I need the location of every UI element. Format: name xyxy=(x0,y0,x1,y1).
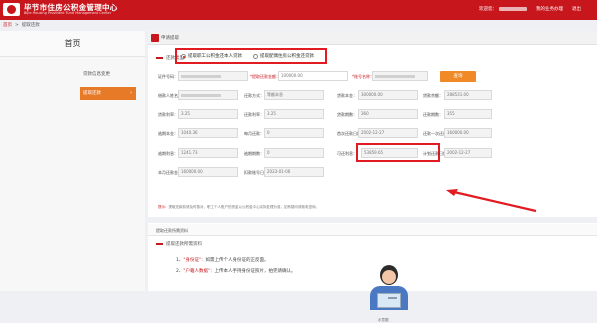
upload-item-household: 2、"户籍人数据"：上传本人手持身份证照片，拍完请确认。 xyxy=(176,268,296,274)
label-loan-periods: 贷款期数： xyxy=(337,112,357,117)
upload-section-header: 提取还款所需资料 xyxy=(148,224,597,236)
id-card-text xyxy=(388,297,397,299)
sidebar: 首页 贷款信息变更 提取还款 › xyxy=(0,31,145,291)
breadcrumb: 首页 > 提取还款 xyxy=(3,22,40,29)
main-content: 申请提取 还款类型 提取职工公积金还本人贷款 提取配偶住房公积金还贷款 证件号码… xyxy=(148,31,597,322)
item-highlight: "户籍人数据" xyxy=(183,269,211,274)
sidebar-item-withdraw-repay[interactable]: 提取还款 › xyxy=(80,87,136,100)
input-first-repay-date: 2002-12-27 xyxy=(358,128,418,138)
label-repay-periods: 还款期数： xyxy=(423,112,443,117)
form-icon xyxy=(151,34,159,42)
label-account-name: *账号名称： xyxy=(352,74,374,79)
logo-icon xyxy=(3,3,20,16)
item-text: ：如需上传个人身份证的正反面。 xyxy=(201,258,269,263)
id-holding-illustration xyxy=(364,265,414,322)
section-bar xyxy=(156,57,163,59)
highlight-box-radio xyxy=(175,48,327,64)
sidebar-item-label: 贷款信息变更 xyxy=(83,72,110,77)
notice-prefix: 提示： xyxy=(158,205,169,209)
label-loan-principal: 贷款本金： xyxy=(337,93,357,98)
sidebar-item-label: 提取还款 xyxy=(83,91,101,96)
breadcrumb-current: 提取还款 xyxy=(21,23,40,28)
input-debit-date: 2023-01-06 xyxy=(264,167,324,177)
logout-link[interactable]: 退出 xyxy=(572,6,581,12)
sidebar-item-loan-change[interactable]: 贷款信息变更 xyxy=(80,68,136,81)
masked-value xyxy=(375,74,415,78)
annotation-arrow-icon xyxy=(446,189,537,213)
breadcrumb-home[interactable]: 首页 xyxy=(3,22,12,28)
input-overdue-principal: 1040.36 xyxy=(178,128,238,138)
label-loan-balance: 贷款余额： xyxy=(423,93,443,98)
my-business-link[interactable]: 我的业务办理 xyxy=(536,6,563,12)
masked-value xyxy=(181,93,221,97)
header-links: 欢迎您： 我的业务办理 退出 xyxy=(479,6,581,12)
sidebar-title[interactable]: 首页 xyxy=(0,31,145,57)
query-button[interactable]: 查询 xyxy=(440,71,476,82)
input-withdraw-amount[interactable]: 100000.00 xyxy=(278,71,348,81)
chevron-right-icon: › xyxy=(130,90,132,96)
input-id-number[interactable] xyxy=(178,71,248,81)
label-available-interest: 可还利息： xyxy=(337,151,357,156)
input-loan-rate: 3.25 xyxy=(178,109,238,119)
item-text: ：上传本人手持身份证照片，拍完请确认。 xyxy=(210,269,296,274)
input-repay-rate: 3.25 xyxy=(264,109,324,119)
section-divider xyxy=(148,217,597,223)
input-overdue-interest: 1241.73 xyxy=(178,148,238,158)
person-face xyxy=(382,270,396,284)
label-overdue-periods: 逾期期数： xyxy=(244,151,264,156)
input-month-repay-amount: 160000.00 xyxy=(178,167,238,177)
input-repay-method: 等额本息 xyxy=(264,90,324,100)
notice-body: 提取还款前请及时核对，职工个人账户的资金以公积金中心实际处理为准，如有疑问请致电… xyxy=(168,205,320,209)
input-plan-repay-date: 2002-12-27 xyxy=(444,148,492,158)
upload-subsection: 提取还款所需资料 xyxy=(156,241,202,247)
upload-item-id-card: 1、"身份证"：如需上传个人身份证的正反面。 xyxy=(176,257,269,263)
label-withdraw-amount: *提取还款金额： xyxy=(250,74,280,79)
label-overdue-principal: 逾期本金： xyxy=(158,131,178,136)
label-overdue-interest: 逾期利息： xyxy=(158,151,178,156)
input-loan-balance: 288531.00 xyxy=(444,90,492,100)
input-loan-principal: 300000.00 xyxy=(358,90,418,100)
welcome-text: 欢迎您： xyxy=(479,6,527,12)
upload-subsection-label: 提取还款所需资料 xyxy=(166,242,202,247)
input-overdue-periods: 0 xyxy=(264,148,324,158)
breadcrumb-separator: > xyxy=(15,22,19,28)
username-masked xyxy=(499,6,527,11)
id-card-icon xyxy=(377,293,401,308)
upload-section-title: 提取还款所需资料 xyxy=(156,228,188,233)
top-header: 毕节市住房公积金管理中心 Bijie Housing Provident Fun… xyxy=(0,0,597,20)
input-account-name[interactable] xyxy=(372,71,428,81)
input-loan-periods: 360 xyxy=(358,109,418,119)
label-repay-rate: 还款利率： xyxy=(244,112,264,117)
input-repay-periods: 355 xyxy=(444,109,492,119)
label-monthly-repay: 每月还款： xyxy=(244,131,264,136)
input-one-time-repay: 160000.00 xyxy=(444,128,492,138)
panel-header: 申请提取 xyxy=(148,31,597,45)
input-borrower-name xyxy=(178,90,238,100)
panel-title: 申请提取 xyxy=(161,36,179,41)
masked-value xyxy=(181,74,221,78)
section-bar xyxy=(156,243,163,245)
illustration-caption: 示意图 xyxy=(378,318,389,322)
system-subtitle: Bijie Housing Provident Fund Management … xyxy=(24,11,112,15)
label-id-number: 证件号码： xyxy=(158,74,178,79)
input-monthly-repay: 0 xyxy=(264,128,324,138)
label-repay-method: 还款方式： xyxy=(244,93,264,98)
label-loan-rate: 贷款利率： xyxy=(158,112,178,117)
item-highlight: "身份证" xyxy=(183,258,202,263)
